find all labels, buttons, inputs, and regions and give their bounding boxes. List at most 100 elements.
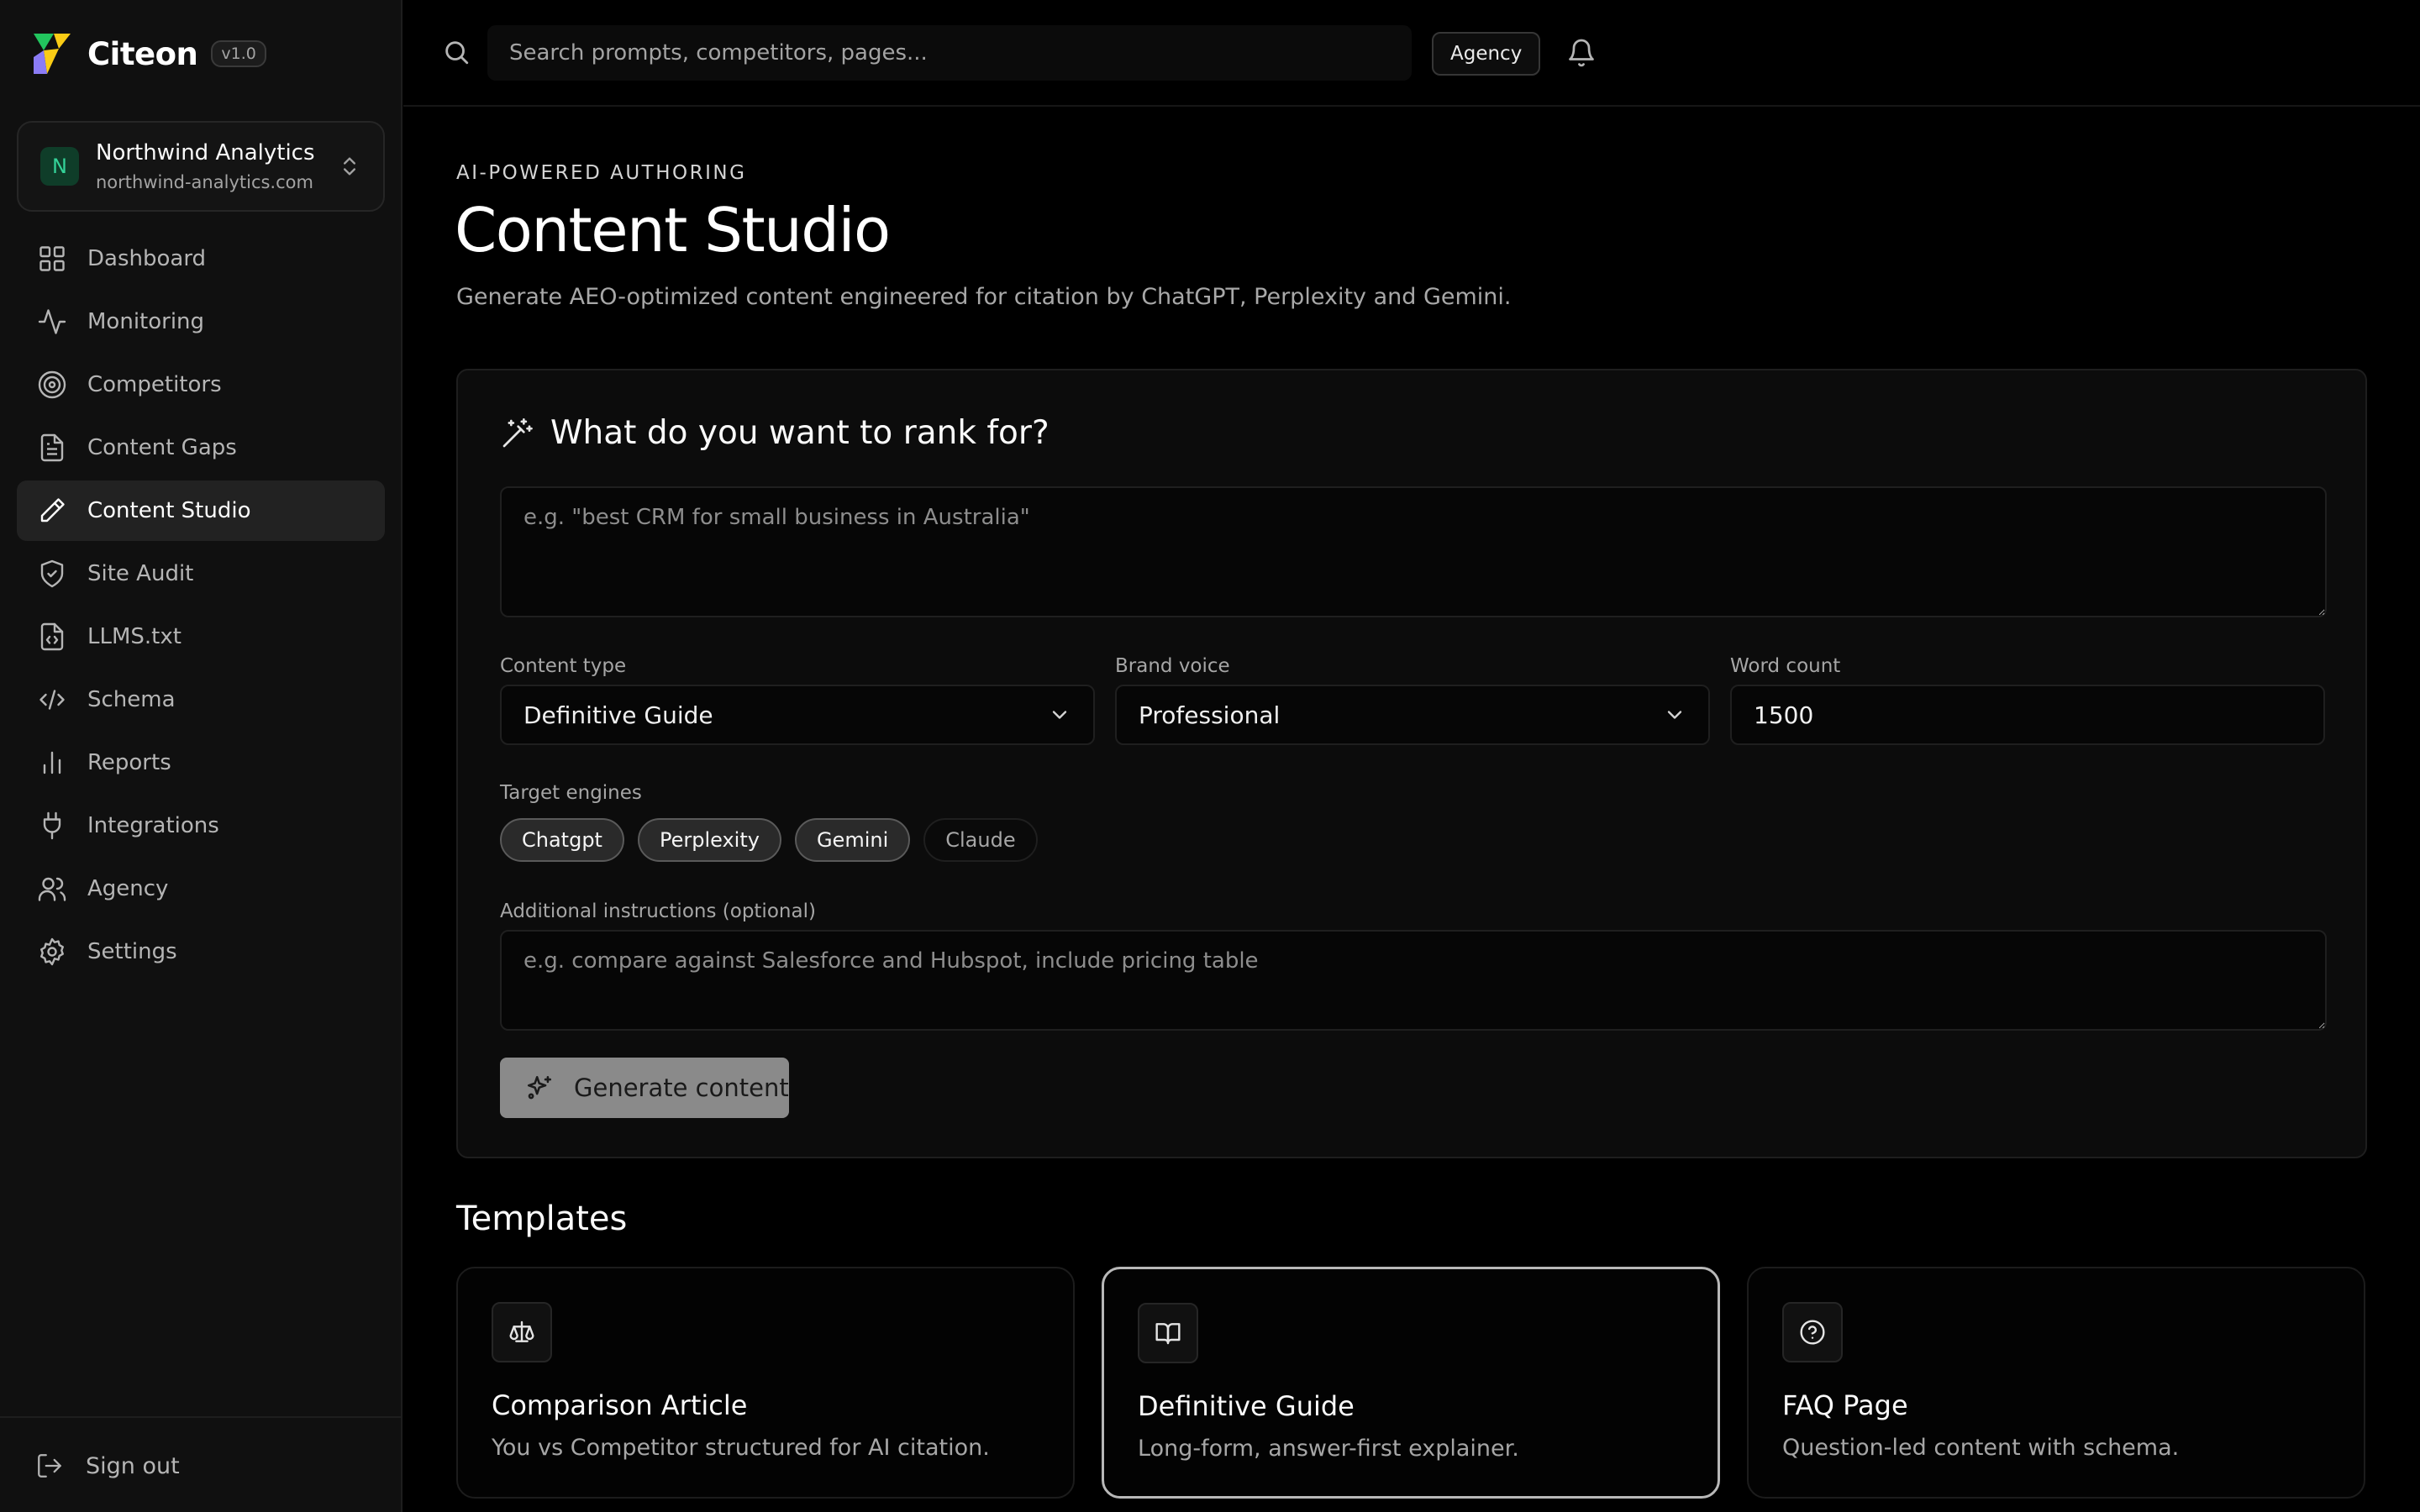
template-description: You vs Competitor structured for AI cita…: [492, 1435, 990, 1461]
sidebar-item-label: Agency: [87, 876, 169, 901]
sidebar-item-label: Integrations: [87, 813, 219, 838]
code-icon: [37, 685, 67, 715]
citeon-logo-icon: [34, 34, 71, 74]
plug-icon: [37, 811, 67, 841]
sidebar-item-schema[interactable]: Schema: [17, 669, 385, 730]
workspace-name: Northwind Analytics: [96, 140, 315, 165]
content-type-label: Content type: [500, 655, 627, 677]
template-title: FAQ Page: [1782, 1389, 1908, 1421]
template-card-definitive-guide[interactable]: Definitive Guide Long-form, answer-first…: [1102, 1267, 1720, 1499]
template-card-faq[interactable]: FAQ Page Question-led content with schem…: [1747, 1267, 2365, 1499]
sparkles-icon: [527, 1075, 552, 1100]
sidebar-item-reports[interactable]: Reports: [17, 732, 385, 793]
version-badge: v1.0: [211, 40, 266, 67]
generator-card: What do you want to rank for? Content ty…: [456, 369, 2367, 1158]
agency-button[interactable]: Agency: [1432, 32, 1541, 76]
file-code-icon: [37, 622, 67, 652]
shield-check-icon: [37, 559, 67, 589]
book-open-icon: [1138, 1303, 1198, 1363]
workspace-switcher[interactable]: N Northwind Analytics northwind-analytic…: [17, 121, 385, 212]
sidebar-item-label: Dashboard: [87, 246, 207, 271]
generate-label: Generate content: [574, 1074, 789, 1102]
content-type-value: Definitive Guide: [523, 701, 713, 729]
template-description: Long-form, answer-first explainer.: [1138, 1436, 1519, 1462]
grid-icon: [37, 244, 67, 274]
sidebar-item-label: Schema: [87, 687, 176, 712]
generator-title: What do you want to rank for?: [550, 414, 1050, 452]
search-input[interactable]: [487, 25, 1412, 81]
generator-heading: What do you want to rank for?: [500, 414, 1050, 452]
instructions-label: Additional instructions (optional): [500, 900, 816, 922]
sign-out-label: Sign out: [86, 1452, 180, 1479]
magic-wand-icon: [502, 417, 533, 447]
template-description: Question-led content with schema.: [1782, 1435, 2180, 1461]
gear-icon: [37, 937, 67, 967]
engine-chip-perplexity[interactable]: Perplexity: [637, 818, 781, 862]
sidebar-item-agency[interactable]: Agency: [17, 858, 385, 919]
sidebar-item-label: Reports: [87, 750, 171, 775]
sidebar-item-label: Site Audit: [87, 561, 194, 586]
sidebar-item-competitors[interactable]: Competitors: [17, 354, 385, 415]
rank-keyword-textarea[interactable]: [500, 486, 2327, 617]
help-circle-icon: [1782, 1302, 1843, 1362]
sidebar-nav: Dashboard Monitoring Competitors Content…: [17, 228, 385, 984]
sidebar-item-label: Content Gaps: [87, 435, 237, 460]
sidebar-item-label: Settings: [87, 939, 177, 964]
sidebar: Citeon v1.0 N Northwind Analytics northw…: [0, 0, 402, 1512]
sidebar-item-dashboard[interactable]: Dashboard: [17, 228, 385, 289]
users-icon: [37, 874, 67, 904]
sidebar-item-site-audit[interactable]: Site Audit: [17, 543, 385, 604]
bar-chart-icon: [37, 748, 67, 778]
target-icon: [37, 370, 67, 400]
engine-chip-chatgpt[interactable]: Chatgpt: [500, 818, 624, 862]
page-title: Content Studio: [455, 195, 891, 265]
content-type-select[interactable]: Definitive Guide: [500, 685, 1095, 745]
brand-voice-value: Professional: [1139, 701, 1281, 729]
page-subtitle: Generate AEO-optimized content engineere…: [456, 284, 1512, 310]
sidebar-item-label: Content Studio: [87, 498, 251, 523]
brand[interactable]: Citeon v1.0: [34, 32, 266, 76]
sidebar-item-content-studio[interactable]: Content Studio: [17, 480, 385, 541]
word-count-input[interactable]: 1500: [1730, 685, 2325, 745]
workspace-text: Northwind Analytics northwind-analytics.…: [96, 140, 338, 192]
sidebar-item-integrations[interactable]: Integrations: [17, 795, 385, 856]
sidebar-item-label: LLMS.txt: [87, 624, 182, 649]
topbar: Agency: [403, 0, 2420, 107]
sidebar-footer: Sign out: [0, 1416, 402, 1512]
pen-icon: [37, 496, 67, 526]
engine-chips: Chatgpt Perplexity Gemini Claude: [500, 818, 1051, 862]
page-eyebrow: AI-POWERED AUTHORING: [456, 162, 747, 184]
engine-chip-claude[interactable]: Claude: [923, 818, 1038, 862]
instructions-textarea[interactable]: [500, 930, 2327, 1031]
sidebar-item-label: Monitoring: [87, 309, 205, 334]
file-text-icon: [37, 433, 67, 463]
brand-name: Citeon: [87, 35, 198, 72]
bell-icon[interactable]: [1566, 38, 1597, 68]
template-card-comparison[interactable]: Comparison Article You vs Competitor str…: [456, 1267, 1075, 1499]
brand-voice-label: Brand voice: [1115, 655, 1230, 677]
chevron-down-icon: [1667, 711, 1682, 719]
search-icon: [445, 41, 469, 65]
template-title: Definitive Guide: [1138, 1390, 1355, 1422]
templates-title: Templates: [456, 1200, 628, 1238]
sidebar-item-llms-txt[interactable]: LLMS.txt: [17, 606, 385, 667]
brand-voice-select[interactable]: Professional: [1115, 685, 1710, 745]
template-title: Comparison Article: [492, 1389, 748, 1421]
workspace-avatar: N: [40, 147, 79, 186]
word-count-label: Word count: [1730, 655, 1841, 677]
sidebar-item-monitoring[interactable]: Monitoring: [17, 291, 385, 352]
word-count-value: 1500: [1754, 701, 1814, 729]
log-out-icon: [38, 1454, 61, 1478]
sidebar-item-content-gaps[interactable]: Content Gaps: [17, 417, 385, 478]
sidebar-item-settings[interactable]: Settings: [17, 921, 385, 982]
engine-chip-gemini[interactable]: Gemini: [794, 818, 911, 862]
chevrons-up-down-icon: [344, 157, 355, 176]
target-engines-label: Target engines: [500, 782, 642, 804]
activity-icon: [37, 307, 67, 337]
sign-out-button[interactable]: Sign out: [35, 1452, 180, 1480]
sidebar-item-label: Competitors: [87, 372, 222, 397]
search-box: [487, 25, 1412, 81]
scale-icon: [492, 1302, 552, 1362]
generate-content-button[interactable]: Generate content: [500, 1058, 789, 1118]
workspace-domain: northwind-analytics.com: [96, 172, 313, 192]
